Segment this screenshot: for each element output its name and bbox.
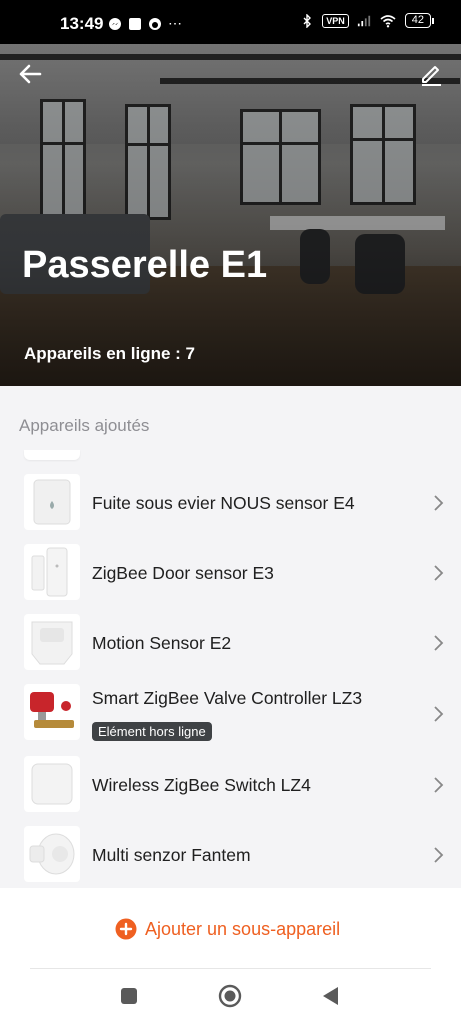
battery-icon: 42 xyxy=(404,13,435,28)
device-name: ZigBee Door sensor E3 xyxy=(92,563,274,583)
device-row[interactable]: Multi senzor Fantem xyxy=(0,820,461,890)
chevron-right-icon xyxy=(434,777,444,793)
notification-icons: ⋯ xyxy=(108,15,183,32)
door-sensor-thumb xyxy=(24,544,80,600)
chevron-right-icon xyxy=(434,495,444,511)
water-leak-sensor-thumb xyxy=(24,474,80,530)
plus-circle-icon xyxy=(115,918,137,940)
signal-icon xyxy=(357,15,370,26)
chevron-right-icon xyxy=(434,565,444,581)
offline-status-badge: Elément hors ligne xyxy=(92,722,212,741)
device-row[interactable]: Motion Sensor E2 xyxy=(0,608,461,678)
chevron-right-icon xyxy=(434,706,444,722)
chevron-right-icon xyxy=(434,635,444,651)
messenger-icon xyxy=(109,17,121,30)
device-row[interactable]: Fuite sous evier NOUS sensor E4 xyxy=(0,468,461,538)
bluetooth-icon xyxy=(303,13,312,28)
valve-controller-thumb xyxy=(24,684,80,740)
back-triangle-icon[interactable] xyxy=(319,984,343,1008)
system-icons: VPN 42 xyxy=(300,13,435,28)
arrow-left-icon[interactable] xyxy=(16,60,44,88)
status-time: 13:49 xyxy=(60,14,104,33)
device-name: Wireless ZigBee Switch LZ4 xyxy=(92,775,311,795)
device-row[interactable]: ZigBee Door sensor E3 xyxy=(0,538,461,608)
device-name: Smart ZigBee Valve Controller LZ3 xyxy=(92,688,363,708)
more-dots-icon: ⋯ xyxy=(168,15,183,31)
device-name: Fuite sous evier NOUS sensor E4 xyxy=(92,493,355,513)
device-name: Motion Sensor E2 xyxy=(92,633,232,653)
motion-sensor-thumb xyxy=(24,614,80,670)
section-title: Appareils ajoutés xyxy=(19,416,150,435)
device-thumbnail-partial xyxy=(24,450,80,460)
device-row[interactable]: Smart ZigBee Valve Controller LZ3 Elémen… xyxy=(0,678,461,750)
add-subdevice-label: Ajouter un sous-appareil xyxy=(145,918,341,939)
header-banner: Passerelle E1 Appareils en ligne : 7 xyxy=(0,44,461,386)
app-icon xyxy=(149,17,161,30)
recents-square-icon[interactable] xyxy=(117,984,141,1008)
add-subdevice-button[interactable]: Ajouter un sous-appareil xyxy=(115,918,340,940)
footer: Ajouter un sous-appareil xyxy=(0,888,461,1024)
page-title: Passerelle E1 xyxy=(22,244,268,286)
chevron-right-icon xyxy=(434,847,444,863)
status-bar: 13:49 ⋯ VPN 42 xyxy=(0,0,461,44)
square-notification-icon xyxy=(129,17,141,30)
online-devices-count: Appareils en ligne : 7 xyxy=(24,344,195,363)
photo-overlay xyxy=(0,44,461,386)
system-navigation-bar xyxy=(0,984,461,1020)
home-circle-icon[interactable] xyxy=(218,984,242,1008)
device-row[interactable]: Wireless ZigBee Switch LZ4 xyxy=(0,750,461,820)
device-name: Multi senzor Fantem xyxy=(92,845,251,865)
pencil-icon[interactable] xyxy=(417,60,445,88)
wireless-switch-thumb xyxy=(24,756,80,812)
vpn-icon: VPN xyxy=(322,13,349,28)
divider xyxy=(30,968,431,969)
wifi-icon xyxy=(380,14,396,27)
multi-sensor-thumb xyxy=(24,826,80,882)
